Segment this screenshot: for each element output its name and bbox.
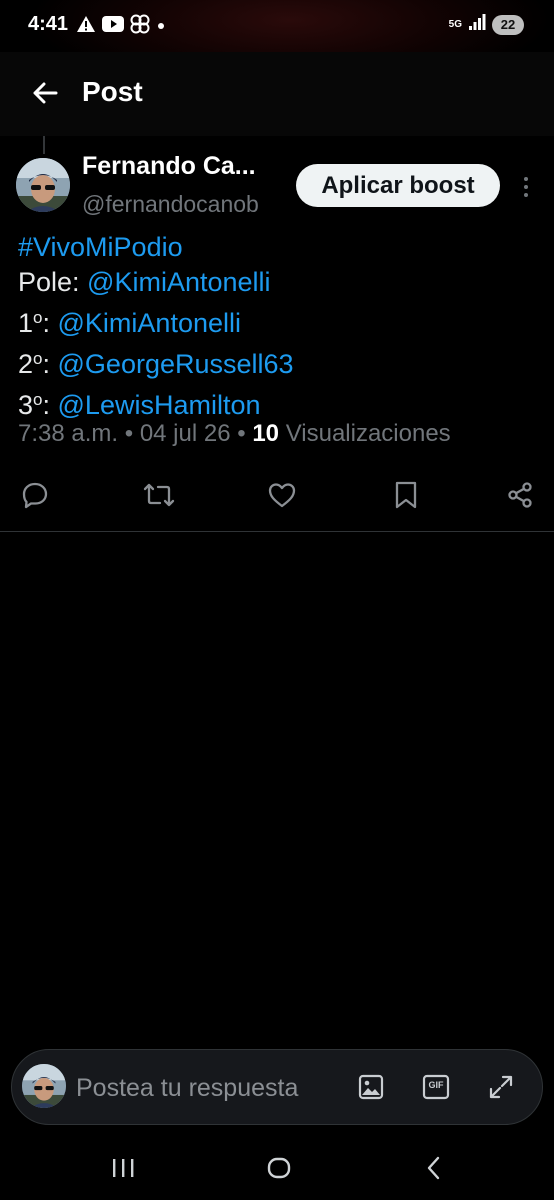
post-line-third: 3o: @LewisHamilton — [18, 382, 538, 423]
more-options-button[interactable] — [518, 172, 534, 202]
position-number: 1 — [18, 308, 34, 338]
system-navigation-bar — [0, 1136, 554, 1200]
more-dot — [524, 193, 528, 197]
thread-connector-line — [43, 136, 45, 154]
image-icon — [358, 1074, 384, 1100]
position-separator: : — [42, 390, 58, 420]
reply-icon — [22, 482, 48, 509]
bookmark-button[interactable] — [389, 478, 423, 512]
gif-label: GIF — [428, 1080, 444, 1090]
position-number: 3 — [18, 390, 34, 420]
recent-apps-icon — [113, 1159, 134, 1177]
expand-composer-button[interactable] — [486, 1072, 516, 1102]
heart-icon — [268, 483, 296, 508]
post-line-second: 2o: @GeorgeRussell63 — [18, 341, 538, 382]
position-separator: : — [42, 308, 58, 338]
warning-icon — [76, 15, 96, 38]
repost-button[interactable] — [142, 478, 176, 512]
mention-link-second[interactable]: @GeorgeRussell63 — [58, 349, 294, 379]
reply-composer: GIF — [11, 1049, 543, 1125]
bookmark-icon — [395, 481, 417, 509]
status-system-icons: 5G 22 — [449, 13, 524, 36]
pinwheel-icon — [130, 14, 150, 39]
page-title: Post — [82, 76, 143, 107]
status-bar: 4:41 5G 22 — [0, 0, 554, 52]
reply-button[interactable] — [18, 478, 52, 512]
post-actions — [0, 474, 554, 514]
avatar-image — [16, 158, 70, 212]
back-button[interactable] — [28, 78, 62, 108]
pole-label: Pole: — [18, 267, 88, 297]
mention-link-third[interactable]: @LewisHamilton — [58, 390, 261, 420]
ordinal-indicator: o — [33, 390, 43, 409]
share-button[interactable] — [503, 478, 537, 512]
meta-bullet: • — [118, 420, 140, 447]
post-line-hashtag: #VivoMiPodio — [18, 230, 538, 265]
divider — [0, 531, 554, 532]
apply-boost-button[interactable]: Aplicar boost — [296, 164, 500, 207]
status-notification-icons — [76, 14, 166, 39]
position-separator: : — [42, 349, 58, 379]
more-dot — [524, 177, 528, 181]
like-button[interactable] — [265, 478, 299, 512]
add-image-button[interactable] — [356, 1072, 386, 1102]
post-date[interactable]: 04 jul 26 — [140, 420, 231, 447]
5g-icon: 5G — [448, 18, 462, 30]
home-button[interactable] — [259, 1152, 299, 1184]
mention-link-pole[interactable]: @KimiAntonelli — [87, 267, 270, 297]
author-name[interactable]: Fernando Ca... — [82, 152, 256, 181]
dot-icon — [156, 18, 166, 36]
views-count[interactable]: 10 — [252, 420, 279, 447]
meta-bullet: • — [230, 420, 253, 447]
post-body: #VivoMiPodio Pole: @KimiAntonelli 1o: @K… — [18, 230, 538, 423]
youtube-icon — [102, 16, 124, 37]
share-icon — [508, 482, 532, 508]
ordinal-indicator: o — [33, 308, 43, 327]
author-handle[interactable]: @fernandocanob — [82, 191, 259, 218]
author-avatar[interactable] — [16, 158, 70, 212]
mention-link-first[interactable]: @KimiAntonelli — [58, 308, 241, 338]
expand-icon — [489, 1075, 513, 1099]
add-gif-button[interactable]: GIF — [421, 1072, 451, 1102]
arrow-left-icon — [33, 82, 58, 104]
repost-icon — [143, 483, 175, 507]
position-number: 2 — [18, 349, 34, 379]
reply-input[interactable] — [76, 1072, 346, 1104]
post-meta: 7:38 a.m. • 04 jul 26 • 10 Visualizacion… — [18, 420, 451, 448]
ordinal-indicator: o — [33, 349, 43, 368]
battery-icon: 22 — [492, 14, 524, 35]
post-time[interactable]: 7:38 a.m. — [18, 420, 118, 447]
home-icon — [267, 1157, 291, 1179]
signal-icon — [468, 13, 486, 36]
chevron-left-icon — [427, 1156, 440, 1180]
hashtag-link[interactable]: #VivoMiPodio — [18, 232, 183, 262]
views-label[interactable]: Visualizaciones — [286, 420, 451, 447]
recent-apps-button[interactable] — [103, 1152, 143, 1184]
avatar-image — [22, 1064, 66, 1108]
post-line-first: 1o: @KimiAntonelli — [18, 300, 538, 341]
post-line-pole: Pole: @KimiAntonelli — [18, 265, 538, 300]
more-dot — [524, 185, 528, 189]
post-header: Post — [0, 52, 554, 136]
status-time: 4:41 — [28, 13, 69, 35]
back-nav-button[interactable] — [414, 1152, 454, 1184]
user-avatar — [22, 1064, 66, 1108]
